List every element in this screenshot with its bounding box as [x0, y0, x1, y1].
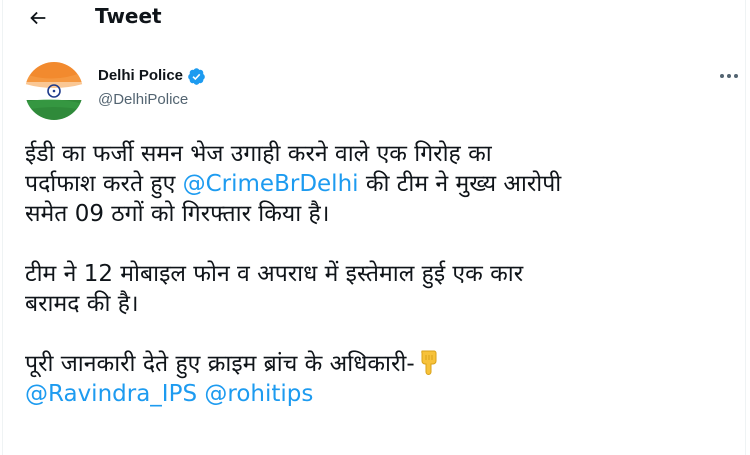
mention-rohitips-link[interactable]: @rohitips: [204, 381, 313, 407]
tweet-text-line: ईडी का फर्जी समन भेज उगाही करने वाले एक …: [25, 141, 492, 167]
tweet-text-line: पूरी जानकारी देते हुए क्राइम ब्रांच के अ…: [25, 351, 415, 377]
more-options-icon: [720, 74, 738, 78]
verified-badge-icon: [187, 67, 206, 86]
mention-ravindra-link[interactable]: @Ravindra_IPS: [25, 381, 197, 407]
author-info: Delhi Police @DelhiPolice: [98, 66, 206, 110]
author-name-row: Delhi Police: [98, 66, 206, 86]
tweet-paragraph-2: टीम ने 12 मोबाइल फोन व अपराध में इस्तेमा…: [25, 259, 740, 319]
tweet-paragraph-3: पूरी जानकारी देते हुए क्राइम ब्रांच के अ…: [25, 349, 740, 409]
tweet-page: Tweet Delhi Police @DelhiPolice ईडी का फ…: [2, 0, 746, 455]
back-button[interactable]: [20, 4, 56, 32]
tweet-text-line: पर्दाफाश करते हुए: [25, 171, 183, 197]
page-header: Tweet: [3, 0, 747, 36]
arrow-left-icon: [30, 11, 46, 25]
mention-crimebrdelhi-link[interactable]: @CrimeBrDelhi: [183, 171, 359, 197]
author-name[interactable]: Delhi Police: [98, 66, 183, 86]
india-flag-avatar: [25, 62, 83, 120]
avatar[interactable]: [25, 62, 83, 120]
author-handle[interactable]: @DelhiPolice: [98, 90, 206, 110]
pointing-down-hand-emoji: [418, 349, 440, 375]
page-title: Tweet: [95, 4, 162, 28]
tweet-paragraph-1: ईडी का फर्जी समन भेज उगाही करने वाले एक …: [25, 139, 740, 229]
tweet-text: ईडी का फर्जी समन भेज उगाही करने वाले एक …: [25, 139, 740, 409]
tweet-text-line: समेत 09 ठगों को गिरफ्तार किया है।: [25, 201, 330, 227]
tweet-text-line: की टीम ने मुख्य आरोपी: [358, 171, 562, 197]
tweet-text-line: बरामद की है।: [25, 291, 139, 317]
more-options-button[interactable]: [716, 66, 742, 86]
tweet-text-line: टीम ने 12 मोबाइल फोन व अपराध में इस्तेमा…: [25, 261, 524, 287]
